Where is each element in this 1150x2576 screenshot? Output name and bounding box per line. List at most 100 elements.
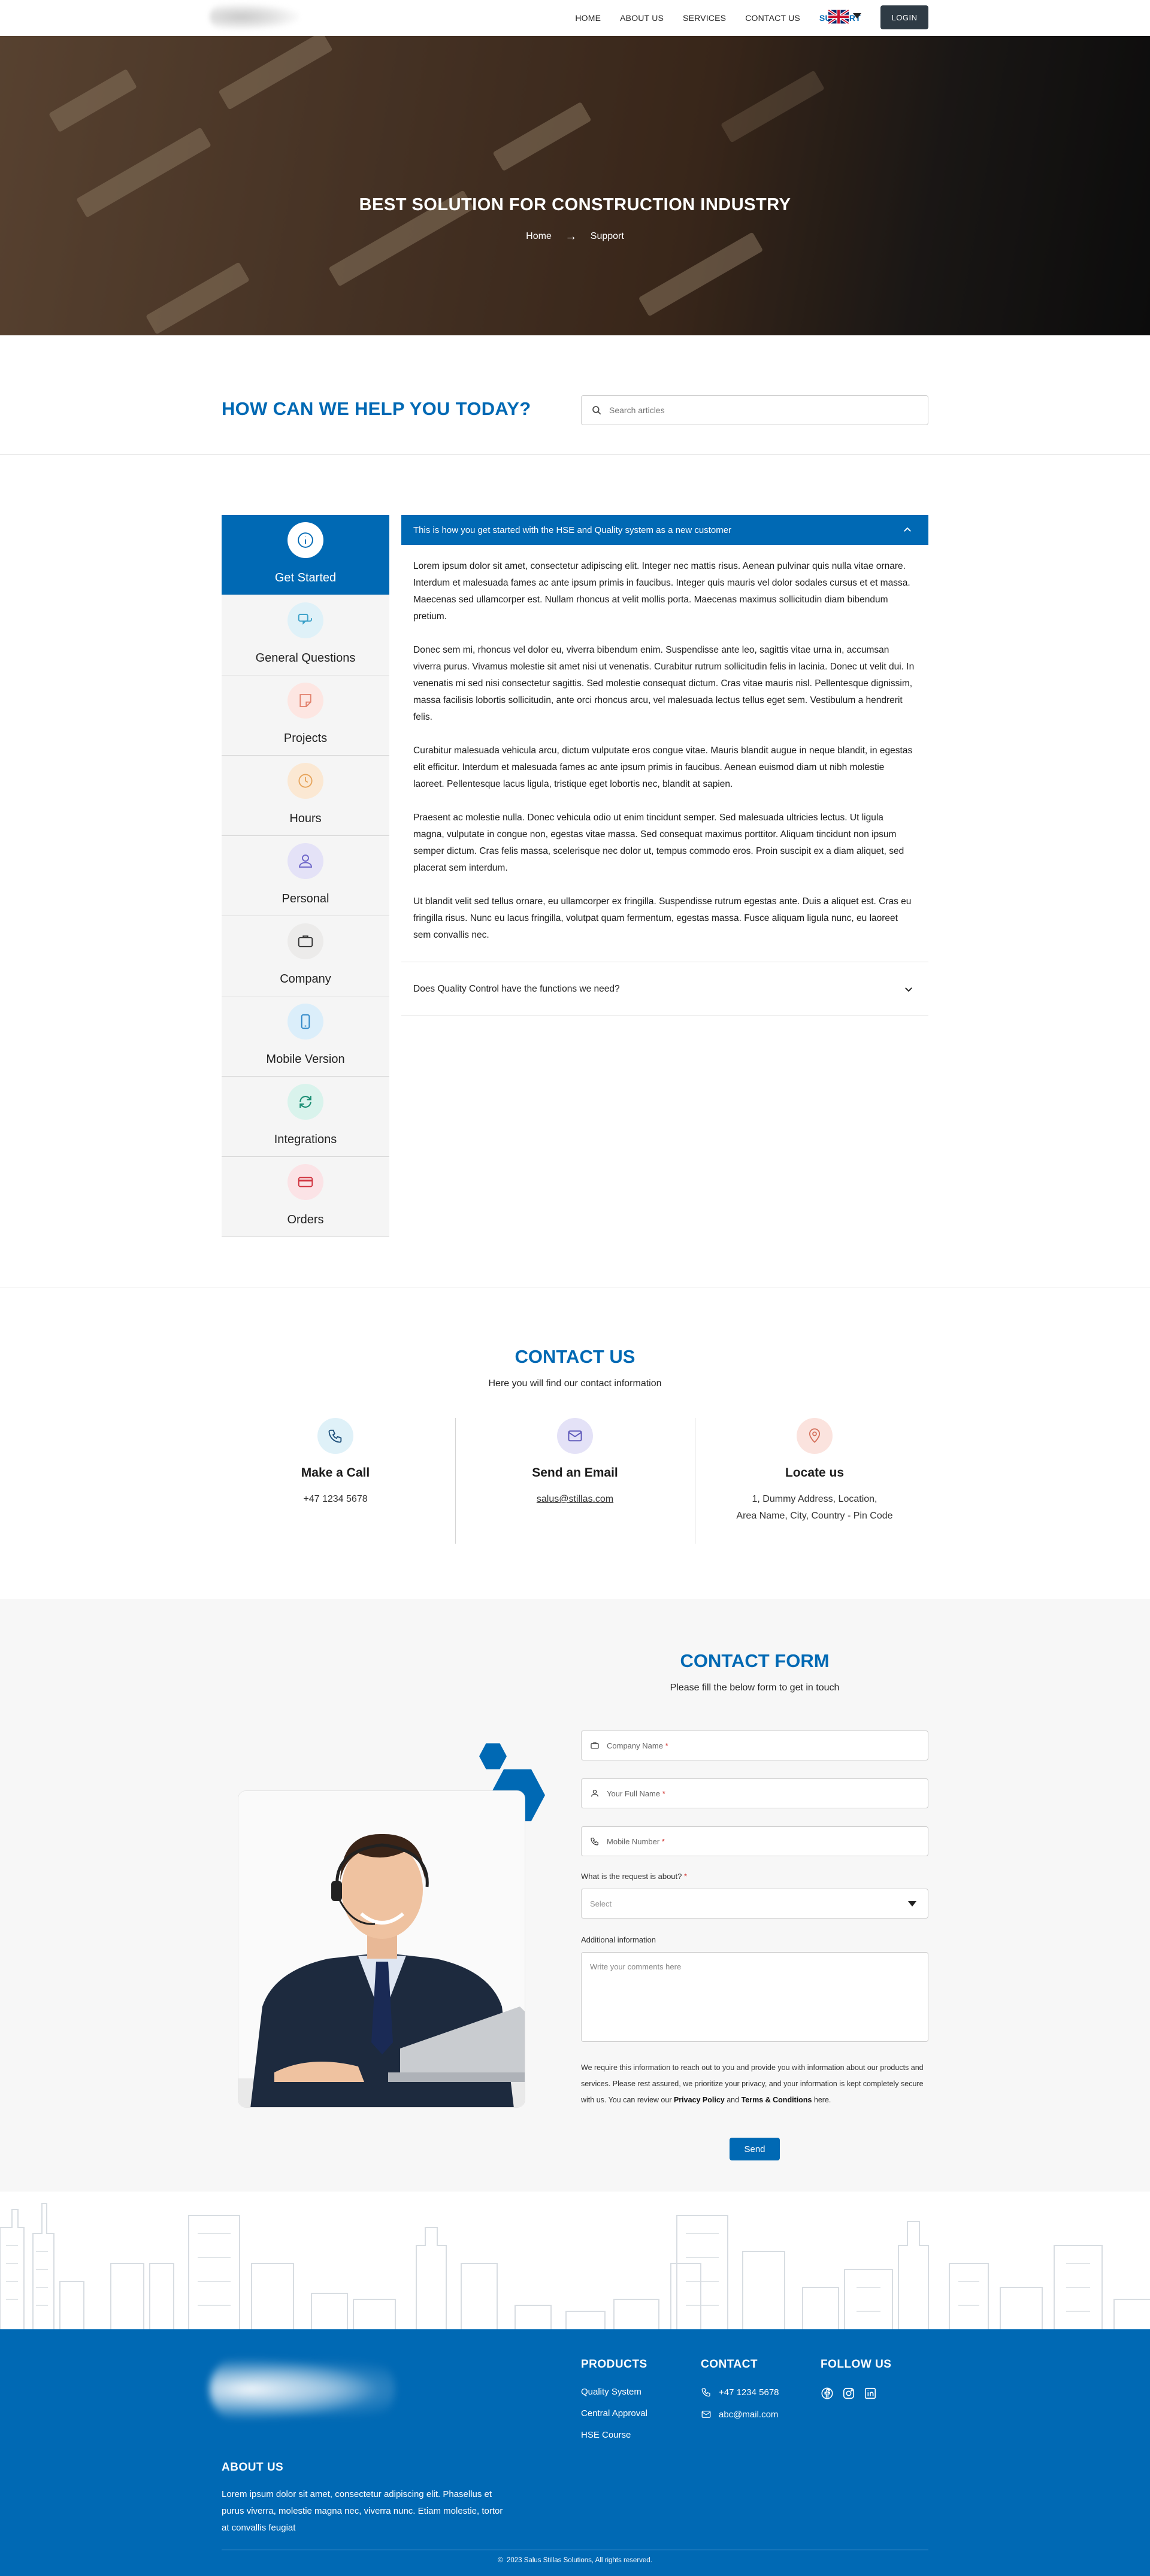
search-input[interactable] bbox=[609, 405, 909, 415]
category-label: Mobile Version bbox=[266, 1053, 345, 1066]
category-integrations[interactable]: Integrations bbox=[222, 1077, 389, 1157]
consent-text: We require this information to reach out… bbox=[581, 2060, 928, 2108]
contact-section: CONTACT US Here you will find our contac… bbox=[0, 1287, 1150, 1599]
additional-info-label: Additional information bbox=[581, 1935, 656, 1944]
search-icon bbox=[592, 406, 601, 415]
copyright: © 2023 Salus Stillas Solutions, All righ… bbox=[0, 2557, 1150, 2564]
faq-answer-paragraph: Curabitur malesuada vehicula arcu, dictu… bbox=[413, 745, 913, 789]
footer-link-hse-course[interactable]: HSE Course bbox=[581, 2430, 647, 2440]
footer-email[interactable]: abc@mail.com bbox=[701, 2409, 779, 2420]
nav-home[interactable]: HOME bbox=[575, 13, 601, 23]
comments-textarea[interactable]: Write your comments here bbox=[581, 1952, 928, 2042]
footer-contact: CONTACT +47 1234 5678 abc@mail.com bbox=[701, 2358, 779, 2431]
phone-icon bbox=[701, 2388, 710, 2397]
footer-logo[interactable] bbox=[210, 2353, 395, 2425]
language-dropdown-caret-icon[interactable] bbox=[853, 13, 861, 19]
login-button[interactable]: LOGIN bbox=[880, 5, 928, 29]
facebook-icon[interactable] bbox=[821, 2387, 834, 2400]
chevron-up-icon bbox=[904, 527, 911, 532]
footer-about-text: Lorem ipsum dolor sit amet, consectetur … bbox=[222, 2489, 503, 2533]
category-label: General Questions bbox=[255, 651, 356, 665]
faq-answer-paragraph: Ut blandit velit sed tellus ornare, eu u… bbox=[413, 896, 912, 940]
contact-call-title: Make a Call bbox=[301, 1466, 370, 1480]
full-name-field[interactable]: Your Full Name * bbox=[581, 1778, 928, 1808]
address-line: 1, Dummy Address, Location, bbox=[752, 1494, 877, 1504]
footer: PRODUCTS Quality System Central Approval… bbox=[0, 2329, 1150, 2576]
arrow-right-icon: → bbox=[565, 230, 577, 243]
request-select[interactable]: Select bbox=[581, 1889, 928, 1919]
top-navigation: HOME ABOUT US SERVICES CONTACT US SUPPOR… bbox=[0, 0, 1150, 36]
mobile-number-field[interactable]: Mobile Number * bbox=[581, 1826, 928, 1856]
nav-about-us[interactable]: ABOUT US bbox=[620, 13, 664, 23]
request-label-text: What is the request is about? bbox=[581, 1872, 682, 1881]
category-label: Company bbox=[280, 972, 331, 986]
instagram-icon[interactable] bbox=[842, 2387, 855, 2400]
request-label: What is the request is about? * bbox=[581, 1872, 687, 1881]
footer-follow: FOLLOW US bbox=[821, 2358, 891, 2400]
search-field[interactable] bbox=[581, 395, 928, 425]
support-agent-photo bbox=[238, 1790, 525, 2108]
linkedin-icon[interactable] bbox=[864, 2387, 877, 2400]
footer-email-text: abc@mail.com bbox=[719, 2409, 779, 2420]
category-sidebar: Get Started General Questions Projects H… bbox=[222, 515, 389, 1237]
category-mobile-version[interactable]: Mobile Version bbox=[222, 996, 389, 1077]
faq-answer: Lorem ipsum dolor sit amet, consectetur … bbox=[401, 545, 928, 962]
faq-question-closed[interactable]: Does Quality Control have the functions … bbox=[401, 962, 928, 1016]
company-name-placeholder: Company Name bbox=[607, 1741, 663, 1750]
privacy-policy-link[interactable]: Privacy Policy bbox=[674, 2096, 725, 2104]
contact-call: Make a Call +47 1234 5678 bbox=[216, 1418, 455, 1544]
chat-icon bbox=[288, 602, 323, 638]
user-icon bbox=[591, 1790, 598, 1797]
mobile-icon bbox=[288, 1004, 323, 1040]
uk-flag-icon[interactable] bbox=[828, 10, 849, 24]
copyright-text: 2023 Salus Stillas Solutions, All rights… bbox=[506, 2557, 652, 2564]
category-company[interactable]: Company bbox=[222, 916, 389, 996]
category-hours[interactable]: Hours bbox=[222, 756, 389, 836]
footer-contact-title: CONTACT bbox=[701, 2358, 758, 2371]
contact-address: 1, Dummy Address, Location, Area Name, C… bbox=[695, 1491, 934, 1525]
faq-question-open[interactable]: This is how you get started with the HSE… bbox=[401, 515, 928, 545]
breadcrumb-home[interactable]: Home bbox=[526, 231, 552, 241]
phone-icon bbox=[317, 1418, 353, 1454]
address-line: Area Name, City, Country - Pin Code bbox=[736, 1511, 893, 1521]
consent-and: and bbox=[727, 2096, 740, 2104]
category-orders[interactable]: Orders bbox=[222, 1157, 389, 1237]
card-icon bbox=[288, 1164, 323, 1200]
form-subtitle: Please fill the below form to get in tou… bbox=[670, 1683, 840, 1693]
contact-email-wrapper: salus@stillas.com bbox=[455, 1491, 695, 1508]
category-label: Projects bbox=[283, 732, 328, 745]
hexagon-decor bbox=[479, 1743, 507, 1769]
company-name-field[interactable]: Company Name * bbox=[581, 1731, 928, 1760]
location-pin-icon bbox=[797, 1418, 833, 1454]
clock-icon bbox=[288, 763, 323, 799]
faq-question-text: Does Quality Control have the functions … bbox=[413, 983, 620, 994]
category-personal[interactable]: Personal bbox=[222, 836, 389, 916]
help-title: HOW CAN WE HELP YOU TODAY? bbox=[222, 398, 531, 419]
info-icon bbox=[288, 522, 323, 558]
caret-down-icon bbox=[908, 1901, 916, 1907]
category-get-started[interactable]: Get Started bbox=[222, 515, 389, 595]
faq-answer-paragraph: Lorem ipsum dolor sit amet, consectetur … bbox=[413, 561, 910, 622]
contact-email-link[interactable]: salus@stillas.com bbox=[537, 1494, 613, 1504]
faq-answer-paragraph: Donec sem mi, rhoncus vel dolor eu, vive… bbox=[413, 645, 915, 722]
social-links bbox=[821, 2387, 891, 2400]
faq-section: Get Started General Questions Projects H… bbox=[0, 455, 1150, 1287]
send-button[interactable]: Send bbox=[730, 2138, 780, 2160]
user-icon bbox=[288, 843, 323, 879]
footer-link-central-approval[interactable]: Central Approval bbox=[581, 2408, 647, 2419]
nav-services[interactable]: SERVICES bbox=[683, 13, 726, 23]
category-general-questions[interactable]: General Questions bbox=[222, 595, 389, 675]
category-projects[interactable]: Projects bbox=[222, 675, 389, 756]
briefcase-icon bbox=[288, 923, 323, 959]
hero-banner: BEST SOLUTION FOR CONSTRUCTION INDUSTRY … bbox=[0, 36, 1150, 335]
terms-link[interactable]: Terms & Conditions bbox=[742, 2096, 812, 2104]
category-label: Integrations bbox=[274, 1133, 337, 1146]
full-name-placeholder: Your Full Name bbox=[607, 1789, 661, 1798]
contact-phone-number[interactable]: +47 1234 5678 bbox=[216, 1491, 455, 1508]
nav-contact-us[interactable]: CONTACT US bbox=[745, 13, 800, 23]
footer-products: PRODUCTS Quality System Central Approval… bbox=[581, 2358, 647, 2451]
footer-phone[interactable]: +47 1234 5678 bbox=[701, 2387, 779, 2398]
brand-logo[interactable] bbox=[210, 4, 299, 30]
select-placeholder: Select bbox=[590, 1899, 612, 1908]
footer-link-quality-system[interactable]: Quality System bbox=[581, 2387, 647, 2397]
